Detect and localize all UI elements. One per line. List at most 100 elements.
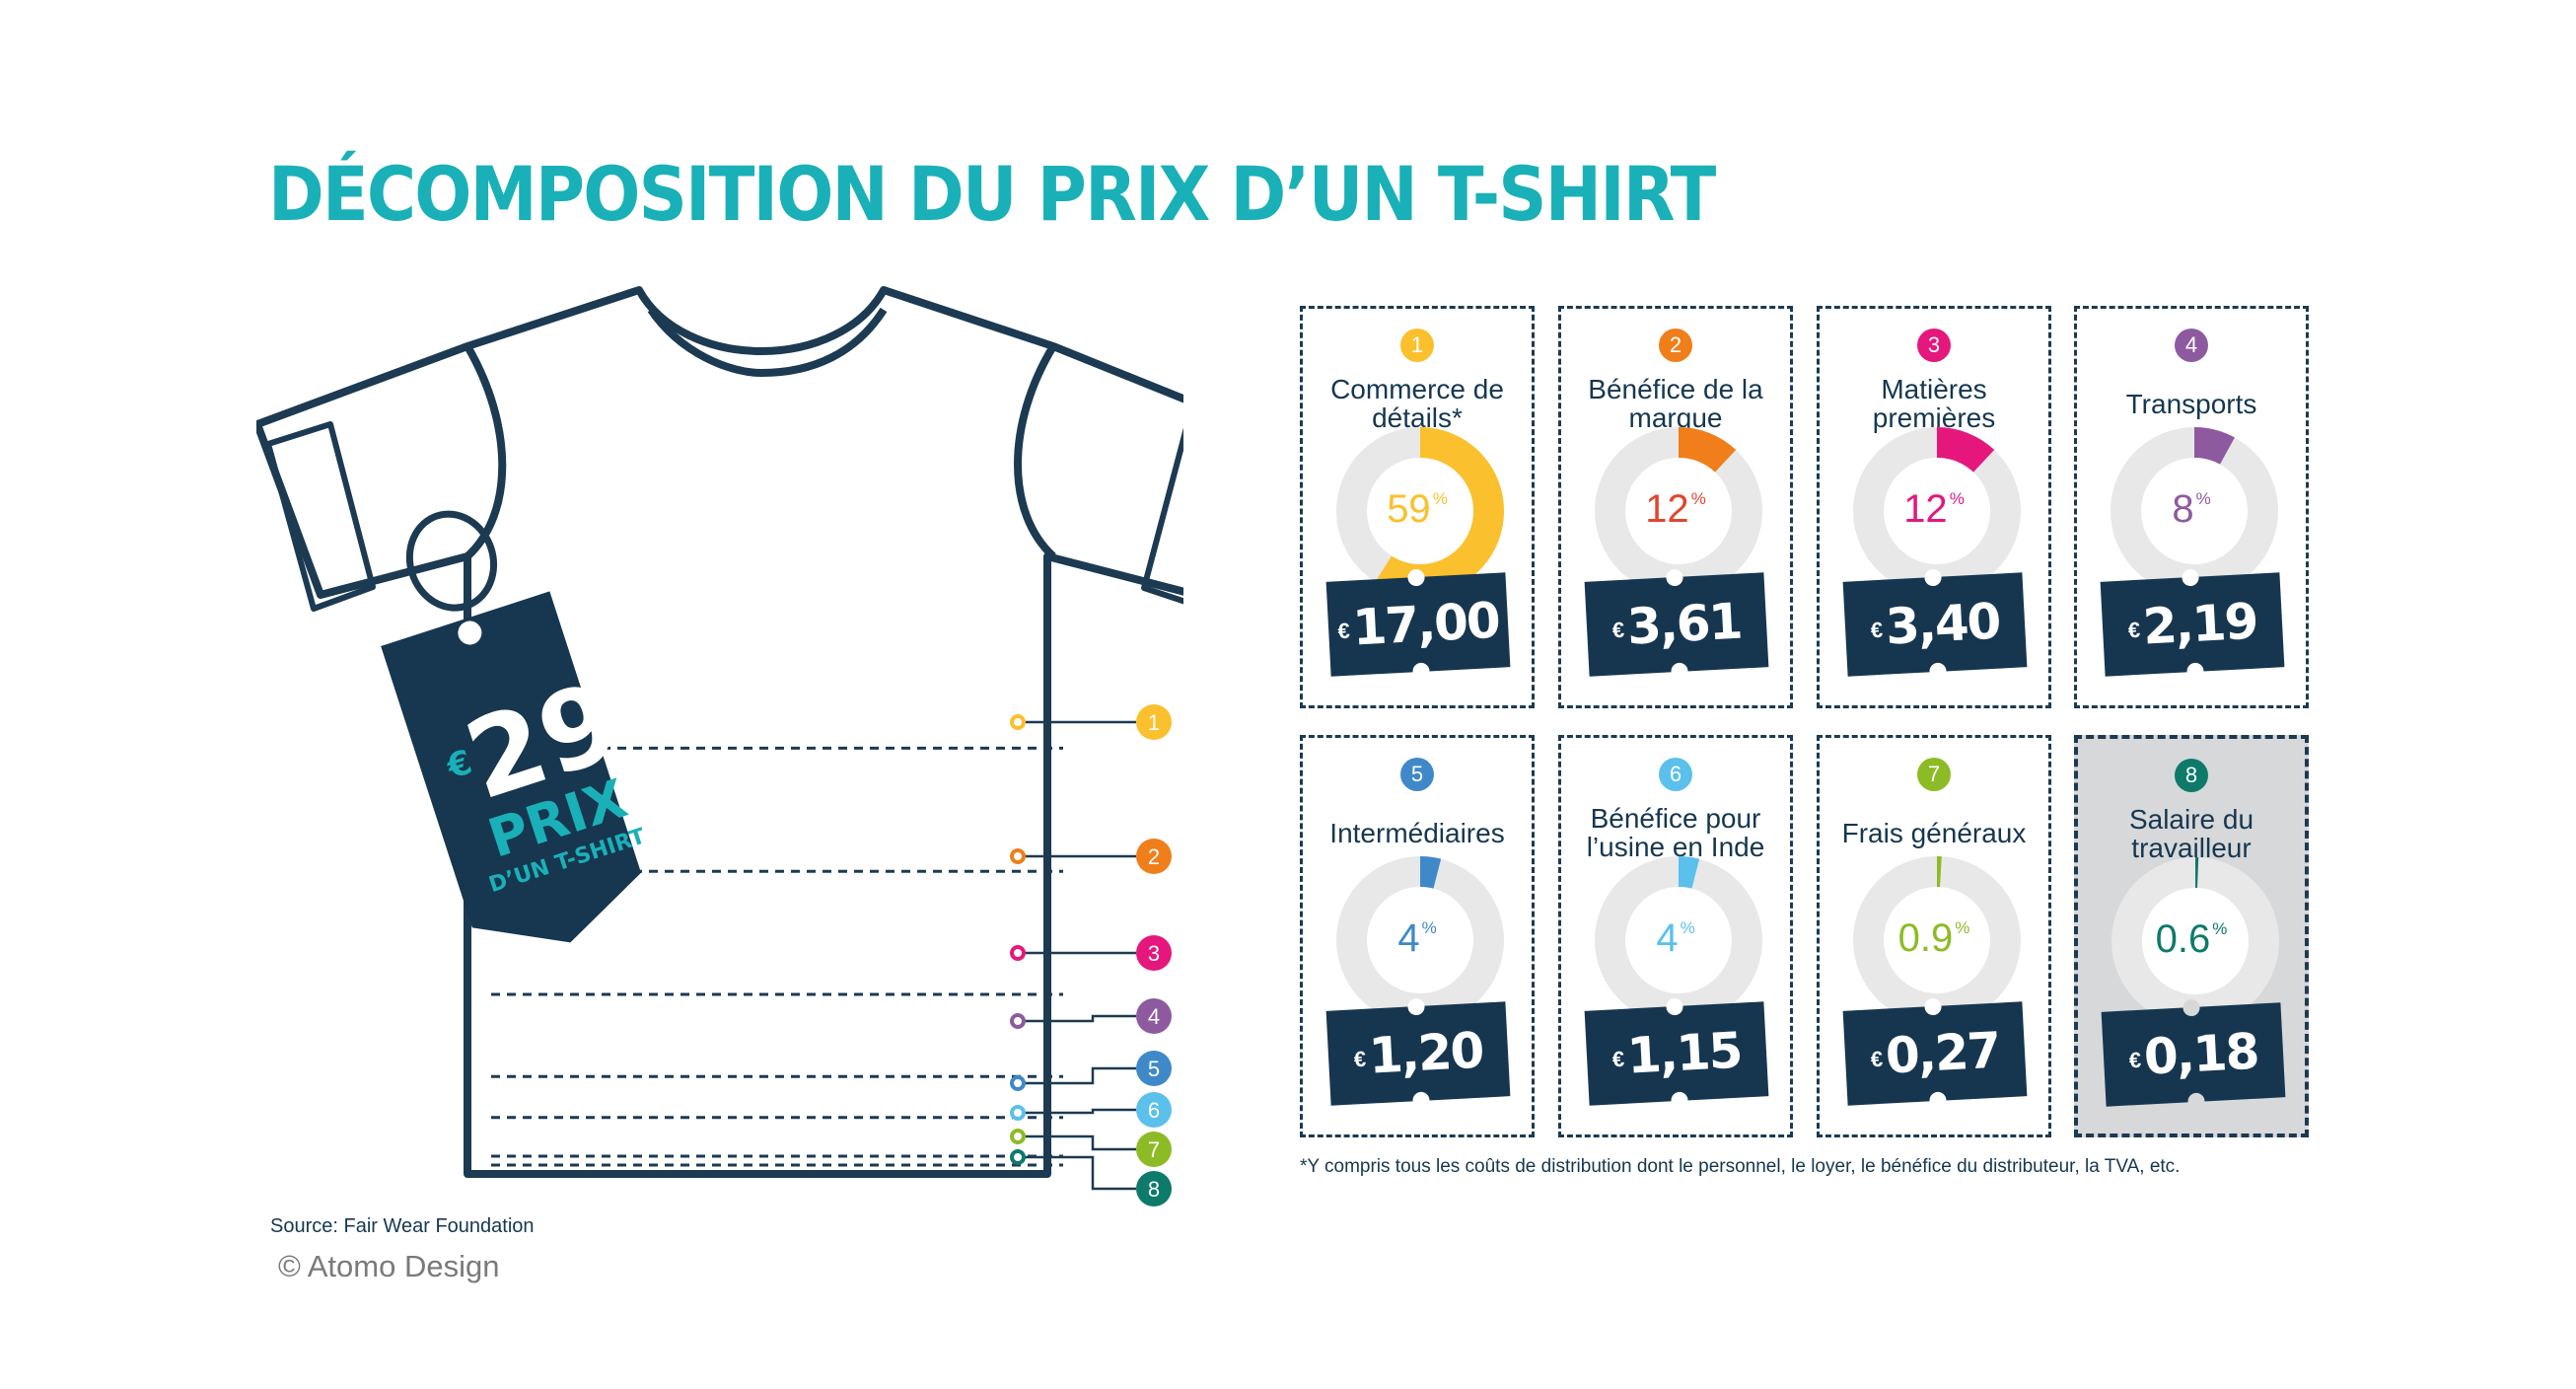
card-currency: € [1870, 1046, 1884, 1072]
shirt-marker-dot-8 [1010, 1149, 1026, 1165]
percent-sign: % [1432, 489, 1448, 508]
tag-hole [1407, 997, 1425, 1016]
tag-hole [1666, 568, 1683, 587]
shirt-marker-dot-5 [1010, 1075, 1026, 1091]
tag-hole [1929, 662, 1947, 681]
card-price-tag: €1,15 [1584, 997, 1769, 1110]
card-amount: 3,40 [1884, 592, 2001, 656]
shirt-marker-leader-6 [1024, 1108, 1136, 1115]
card-price-tag: €0,27 [1842, 997, 2028, 1110]
card-price-tag: €17,00 [1325, 568, 1511, 681]
shirt-marker-number-2: 2 [1148, 844, 1160, 869]
card-number-badge: 1 [1400, 329, 1434, 362]
percent-sign: % [1680, 918, 1695, 937]
shirt-marker-number-3: 3 [1148, 941, 1160, 966]
card-percent-value: 8 [2172, 487, 2194, 531]
card-percent: 0.9% [1820, 916, 2048, 961]
tag-hole [1412, 1091, 1430, 1110]
card-currency: € [1611, 1046, 1625, 1072]
card-currency: € [1611, 617, 1625, 643]
shirt-marker-leader-4 [1024, 1014, 1136, 1023]
page-title: DÉCOMPOSITION DU PRIX D’UN T-SHIRT [268, 150, 1716, 238]
tag-hole [2187, 1092, 2205, 1111]
cost-card-8: 8 Salaire du travailleur 0.6% €0,18 [2074, 735, 2309, 1137]
cost-card-3: 3 Matières premières 12% €3,40 [1817, 306, 2051, 708]
card-currency: € [1336, 618, 1351, 644]
cost-card-5: 5 Intermédiaires 4% €1,20 [1300, 735, 1535, 1137]
card-number-badge: 4 [2175, 329, 2208, 362]
cost-card-1: 1 Commerce de détails* 59% €17,00 [1300, 306, 1535, 708]
tshirt-outline [256, 286, 1183, 1178]
tag-hole [1929, 1091, 1947, 1110]
card-currency: € [2128, 1047, 2142, 1073]
tshirt-illustration: 1 2 3 4 5 6 7 8 € 29 PRIX D’UN T-SHIRT [256, 286, 1183, 1206]
card-amount: 3,61 [1625, 592, 1743, 656]
percent-sign: % [1421, 918, 1437, 937]
card-number-badge: 5 [1400, 758, 1434, 791]
cost-card-7: 7 Frais généraux 0.9% €0,27 [1817, 735, 2051, 1137]
shirt-marker-leader-7 [1024, 1134, 1136, 1151]
tag-hole [1666, 997, 1683, 1016]
shirt-marker-number-1: 1 [1148, 710, 1160, 735]
copyright: © Atomo Design [278, 1249, 500, 1283]
cost-card-6: 6 Bénéfice pour l’usine en Inde 4% €1,15 [1558, 735, 1793, 1137]
card-percent-value: 12 [1903, 487, 1948, 531]
percent-sign: % [2212, 919, 2228, 938]
shirt-marker-leader-5 [1024, 1066, 1136, 1085]
shirt-marker-number-4: 4 [1148, 1004, 1160, 1029]
card-currency: € [1870, 617, 1884, 643]
shirt-marker-dot-4 [1010, 1013, 1026, 1029]
card-price-tag: €3,40 [1842, 568, 2028, 681]
tag-hole [1407, 568, 1425, 587]
cost-card-2: 2 Bénéfice de la marque 12% €3,61 [1558, 306, 1793, 708]
card-percent: 0.6% [2078, 917, 2305, 962]
shirt-marker-number-6: 6 [1148, 1098, 1160, 1123]
card-percent: 4% [1561, 916, 1790, 961]
card-number-badge: 7 [1917, 758, 1951, 791]
tag-hole [2186, 662, 2204, 681]
percent-sign: % [2195, 489, 2211, 508]
tag-hole [2182, 568, 2199, 587]
shirt-marker-dot-7 [1010, 1129, 1026, 1144]
card-amount: 0,27 [1884, 1021, 2001, 1085]
shirt-marker-number-7: 7 [1148, 1137, 1160, 1162]
card-number-badge: 8 [2175, 759, 2208, 792]
card-percent-value: 4 [1656, 916, 1679, 960]
source-credit: Source: Fair Wear Foundation [270, 1215, 535, 1237]
card-currency: € [2127, 617, 2141, 643]
tag-hole [1924, 997, 1942, 1016]
tag-hole [1412, 662, 1430, 681]
card-number-badge: 2 [1659, 329, 1692, 362]
tshirt-left-cuff [265, 421, 376, 612]
price-tag: € 29 PRIX D’UN T-SHIRT [381, 510, 648, 943]
card-percent: 8% [2077, 487, 2306, 532]
percent-sign: % [1955, 918, 1970, 937]
shirt-marker-dot-1 [1010, 714, 1026, 730]
tag-hole [1671, 1091, 1688, 1110]
card-amount: 1,15 [1625, 1021, 1743, 1085]
tshirt-right-sleeve-seam [1014, 343, 1057, 559]
shirt-marker-dot-2 [1010, 848, 1026, 864]
card-amount: 0,18 [2142, 1022, 2259, 1086]
shirt-marker-number-8: 8 [1148, 1177, 1160, 1202]
tag-hole [2182, 998, 2200, 1017]
card-amount: 2,19 [2141, 592, 2258, 656]
footnote: *Y compris tous les coûts de distributio… [1300, 1156, 2181, 1177]
card-percent: 59% [1303, 487, 1532, 532]
cost-card-4: 4 Transports 8% €2,19 [2074, 306, 2309, 708]
shirt-marker-dot-3 [1010, 945, 1026, 961]
card-price-tag: €3,61 [1584, 568, 1769, 681]
card-percent-value: 59 [1387, 487, 1431, 531]
card-amount: 1,20 [1367, 1021, 1484, 1085]
card-number-badge: 6 [1659, 758, 1692, 791]
card-percent-value: 0.6 [2155, 917, 2211, 961]
tag-hole [1671, 662, 1688, 681]
card-percent-value: 12 [1645, 487, 1689, 531]
card-price-tag: €1,20 [1325, 997, 1511, 1110]
card-number-badge: 3 [1917, 329, 1951, 362]
card-percent-value: 0.9 [1897, 916, 1954, 960]
tag-hole [1924, 568, 1942, 587]
percent-sign: % [1949, 489, 1965, 508]
card-percent: 4% [1303, 916, 1532, 961]
shirt-marker-number-5: 5 [1148, 1057, 1160, 1081]
